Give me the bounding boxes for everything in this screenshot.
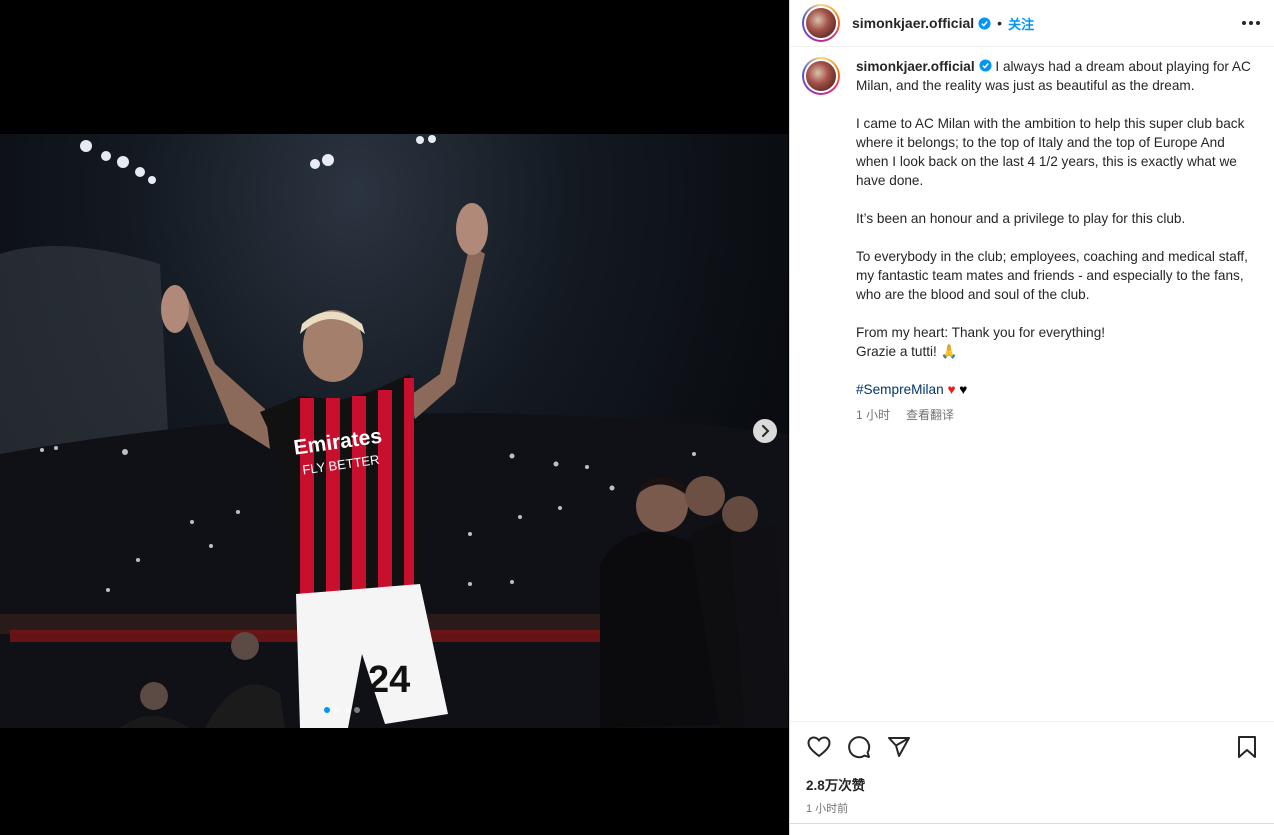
hashtag-link[interactable]: #SempreMilan bbox=[856, 382, 944, 397]
caption-time: 1 小时 bbox=[856, 408, 891, 422]
follow-button[interactable]: 关注 bbox=[1008, 14, 1034, 33]
caption-body: simonkjaer.official I always had a dream… bbox=[856, 57, 1256, 425]
caption-paragraph: I came to AC Milan with the ambition to … bbox=[856, 116, 1245, 188]
like-count[interactable]: 2.8万次赞 bbox=[806, 774, 1260, 794]
caption-avatar[interactable] bbox=[802, 57, 840, 95]
save-button[interactable] bbox=[1234, 734, 1260, 760]
post-header: simonkjaer.official • 关注 bbox=[790, 0, 1274, 47]
more-options-icon[interactable] bbox=[1242, 21, 1260, 25]
bookmark-icon bbox=[1238, 736, 1256, 758]
like-button[interactable] bbox=[806, 734, 832, 760]
send-icon bbox=[888, 737, 910, 757]
hashtag-line: #SempreMilan ♥ ♥ bbox=[856, 380, 1256, 399]
carousel-indicator bbox=[324, 707, 360, 713]
comment-icon bbox=[848, 736, 871, 759]
next-slide-button[interactable] bbox=[753, 419, 777, 443]
carousel-dot bbox=[334, 707, 340, 713]
separator-dot: • bbox=[997, 15, 1003, 31]
caption-paragraph: It’s been an honour and a privilege to p… bbox=[856, 211, 1186, 226]
translate-link[interactable]: 查看翻译 bbox=[906, 406, 954, 425]
caption-paragraph: To everybody in the club; employees, coa… bbox=[856, 249, 1248, 302]
caption-username[interactable]: simonkjaer.official bbox=[856, 59, 975, 74]
actions-bar: 2.8万次赞 1 小时前 bbox=[790, 721, 1274, 816]
carousel-dot bbox=[324, 707, 330, 713]
post-timestamp: 1 小时前 bbox=[806, 803, 849, 815]
heart-emojis: ♥ ♥ bbox=[947, 382, 968, 397]
post-detail-panel: simonkjaer.official • 关注 simonkjaer.offi… bbox=[789, 0, 1274, 835]
carousel-dot bbox=[354, 707, 360, 713]
verified-badge-icon bbox=[979, 59, 992, 72]
media-pane: Emirates FLY BETTER 24 bbox=[0, 0, 788, 835]
divider bbox=[790, 823, 1274, 835]
chevron-right-icon bbox=[762, 425, 770, 437]
caption-meta: 1 小时 查看翻译 bbox=[856, 406, 1256, 425]
caption-line: From my heart: Thank you for everything! bbox=[856, 325, 1106, 340]
post-photo[interactable]: Emirates FLY BETTER 24 bbox=[0, 134, 788, 728]
heart-icon bbox=[807, 736, 831, 758]
share-button[interactable] bbox=[886, 734, 912, 760]
caption-paragraph: From my heart: Thank you for everything!… bbox=[856, 323, 1256, 361]
carousel-dot bbox=[344, 707, 350, 713]
avatar[interactable] bbox=[802, 4, 840, 42]
caption-area: simonkjaer.official I always had a dream… bbox=[802, 57, 1262, 425]
header-username[interactable]: simonkjaer.official bbox=[852, 15, 974, 31]
photo-illustration: Emirates FLY BETTER 24 bbox=[0, 135, 788, 728]
verified-badge-icon bbox=[978, 16, 991, 30]
shorts-number: 24 bbox=[368, 659, 410, 701]
caption-line: Grazie a tutti! 🙏 bbox=[856, 344, 958, 359]
comment-button[interactable] bbox=[846, 734, 872, 760]
